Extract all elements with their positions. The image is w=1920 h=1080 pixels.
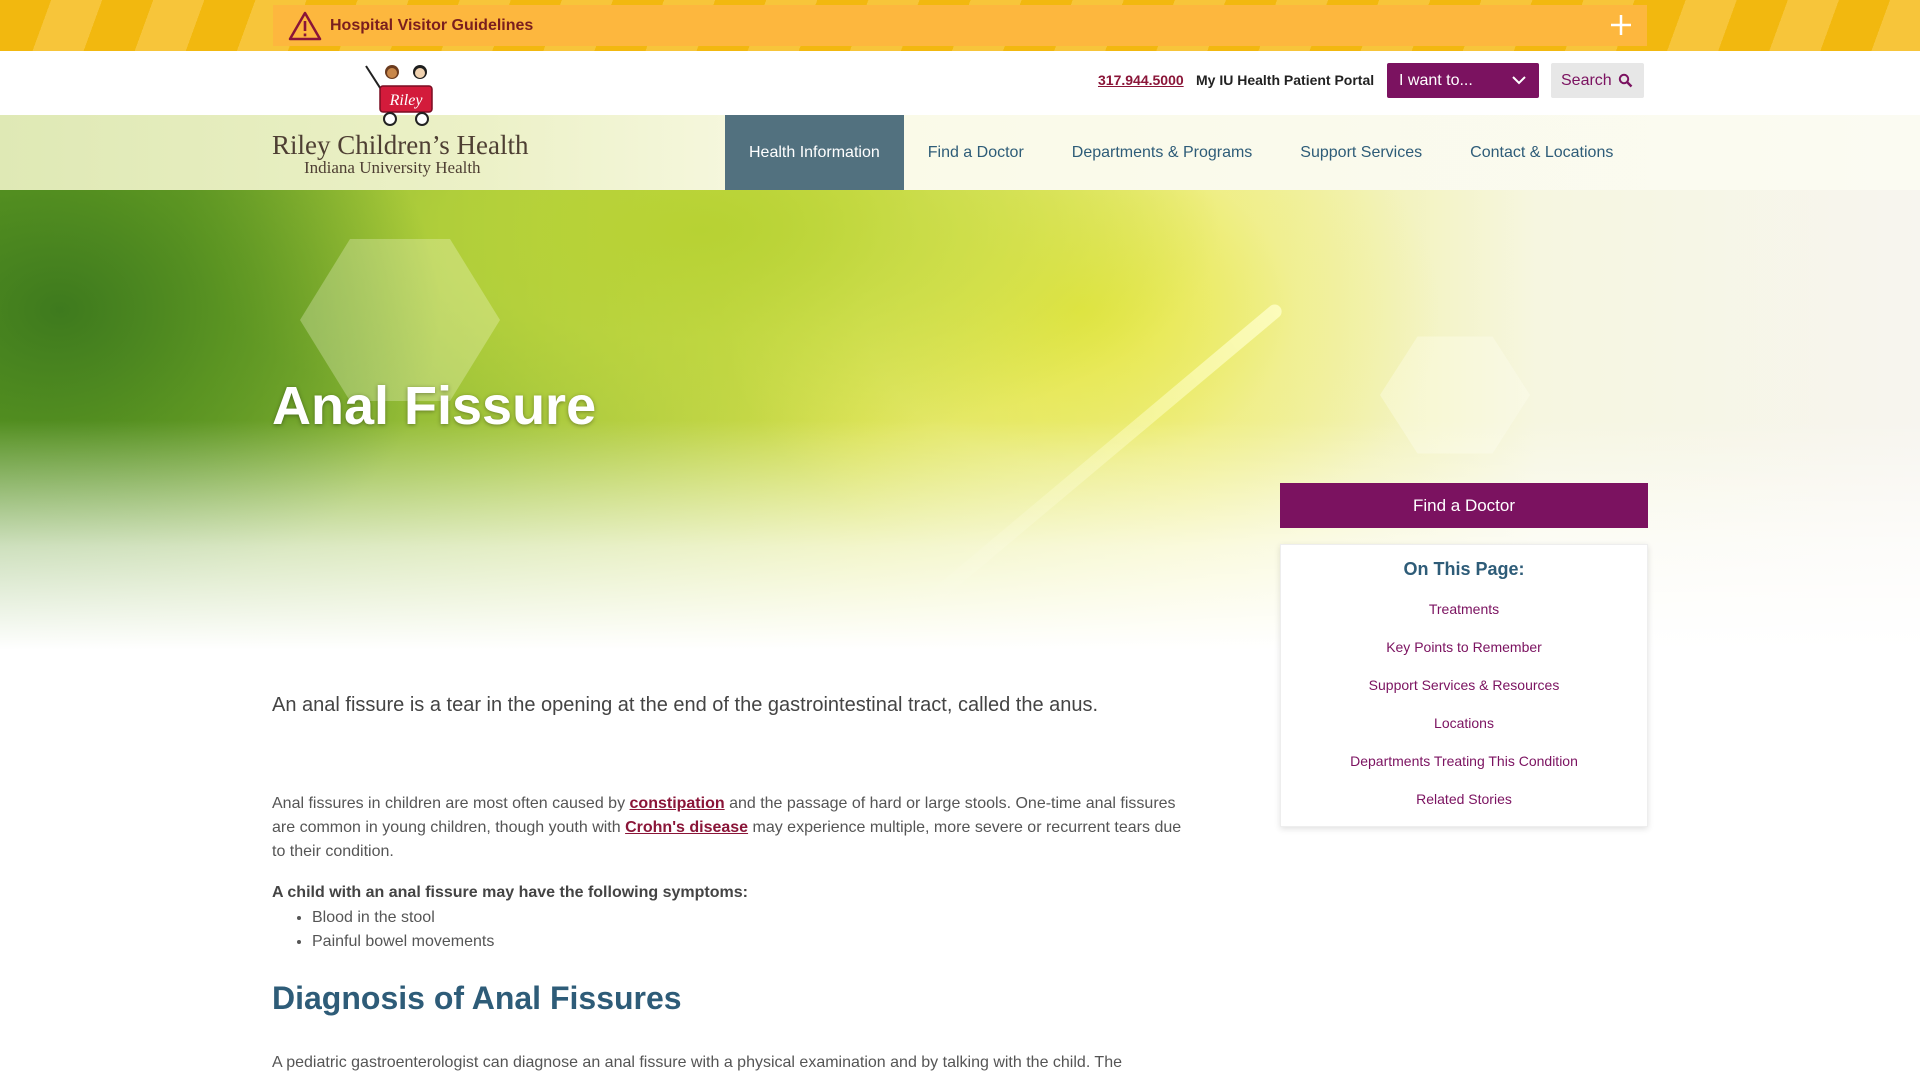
alert-box[interactable]: Hospital Visitor Guidelines bbox=[273, 5, 1647, 46]
nav-item-find-a-doctor[interactable]: Find a Doctor bbox=[904, 115, 1048, 190]
svg-text:Riley: Riley bbox=[389, 92, 424, 109]
patient-portal-link[interactable]: My IU Health Patient Portal bbox=[1196, 72, 1374, 88]
otp-link-locations[interactable]: Locations bbox=[1281, 704, 1647, 742]
otp-link-key-points[interactable]: Key Points to Remember bbox=[1281, 628, 1647, 666]
search-label: Search bbox=[1561, 71, 1612, 89]
body-paragraph: A pediatric gastroenterologist can diagn… bbox=[272, 1054, 1122, 1071]
constipation-link[interactable]: constipation bbox=[630, 795, 725, 812]
symptoms-list: Blood in the stool Painful bowel movemen… bbox=[312, 906, 494, 954]
nav-item-contact-locations[interactable]: Contact & Locations bbox=[1446, 115, 1637, 190]
otp-link-related-stories[interactable]: Related Stories bbox=[1281, 780, 1647, 818]
list-item: Painful bowel movements bbox=[312, 930, 494, 954]
on-this-page-title: On This Page: bbox=[1403, 559, 1525, 579]
list-item: Blood in the stool bbox=[312, 906, 494, 930]
search-icon bbox=[1618, 73, 1633, 88]
riley-logo[interactable]: Riley Riley Children’s Health Indiana Un… bbox=[272, 60, 532, 180]
phone-link[interactable]: 317.944.5000 bbox=[1098, 72, 1184, 88]
paragraph-text: Anal fissures in children are most often… bbox=[272, 795, 630, 812]
logo-name: Riley Children’s Health bbox=[272, 130, 529, 160]
otp-link-departments[interactable]: Departments Treating This Condition bbox=[1281, 742, 1647, 780]
wagon-logo-icon: Riley bbox=[365, 65, 433, 126]
warning-icon bbox=[288, 11, 322, 40]
on-this-page-box: On This Page: Treatments Key Points to R… bbox=[1280, 544, 1648, 827]
nav-item-support-services[interactable]: Support Services bbox=[1276, 115, 1446, 190]
find-a-doctor-button[interactable]: Find a Doctor bbox=[1280, 483, 1648, 528]
alert-banner: Hospital Visitor Guidelines bbox=[0, 0, 1920, 51]
i-want-to-dropdown[interactable]: I want to... bbox=[1387, 63, 1539, 98]
logo-subtitle: Indiana University Health bbox=[304, 158, 481, 177]
otp-link-treatments[interactable]: Treatments bbox=[1281, 590, 1647, 628]
otp-link-support-services[interactable]: Support Services & Resources bbox=[1281, 666, 1647, 704]
nav-item-departments-programs[interactable]: Departments & Programs bbox=[1048, 115, 1277, 190]
body-paragraph: Anal fissures in children are most often… bbox=[272, 792, 1192, 864]
symptoms-heading: A child with an anal fissure may have th… bbox=[272, 884, 748, 901]
nav-item-health-information[interactable]: Health Information bbox=[725, 115, 904, 190]
alert-title: Hospital Visitor Guidelines bbox=[330, 16, 534, 34]
section-title: Diagnosis of Anal Fissures bbox=[272, 980, 682, 1016]
plus-icon[interactable] bbox=[1609, 13, 1633, 37]
chevron-down-icon bbox=[1512, 76, 1526, 85]
search-button[interactable]: Search bbox=[1551, 63, 1644, 98]
main-nav: Health Information Find a Doctor Departm… bbox=[725, 115, 1637, 190]
on-this-page-list: Treatments Key Points to Remember Suppor… bbox=[1281, 590, 1647, 818]
intro-text: An anal fissure is a tear in the opening… bbox=[272, 694, 1099, 716]
crohns-disease-link[interactable]: Crohn's disease bbox=[625, 819, 748, 836]
page-title: Anal Fissure bbox=[272, 376, 597, 436]
i-want-to-label: I want to... bbox=[1399, 71, 1473, 89]
